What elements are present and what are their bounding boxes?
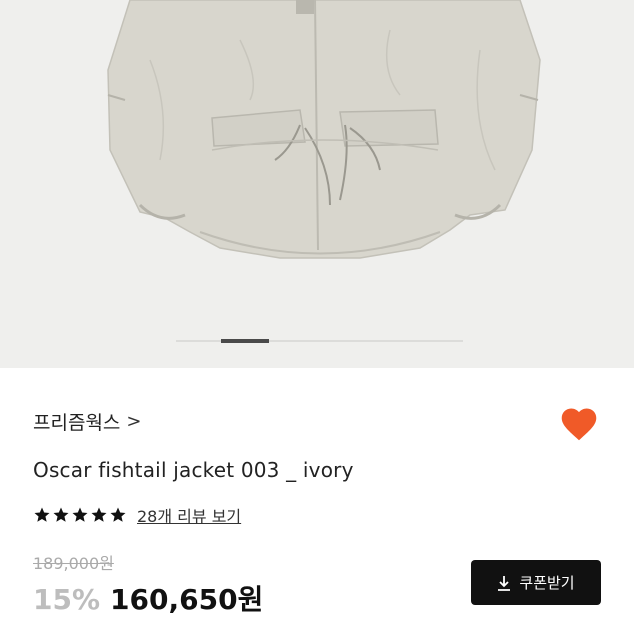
product-info-panel: 프리즘웍스 > Oscar fishtail jacket 003 _ ivor… bbox=[0, 368, 634, 634]
brand-link[interactable]: 프리즘웍스 > bbox=[33, 408, 142, 435]
jacket-image bbox=[107, 0, 541, 259]
chevron-right-icon: > bbox=[126, 411, 142, 432]
star-icon bbox=[53, 507, 69, 522]
product-image-gallery[interactable] bbox=[0, 0, 634, 368]
review-link[interactable]: 28개 리뷰 보기 bbox=[137, 503, 241, 527]
price-row: 15% 160,650원 bbox=[33, 578, 263, 618]
heart-icon[interactable] bbox=[558, 404, 600, 442]
gallery-indicator[interactable] bbox=[176, 339, 463, 343]
star-icon bbox=[34, 507, 50, 522]
download-icon bbox=[498, 575, 511, 591]
sale-price: 160,650원 bbox=[110, 583, 264, 616]
product-title: Oscar fishtail jacket 003 _ ivory bbox=[33, 458, 354, 482]
brand-name: 프리즘웍스 bbox=[33, 412, 121, 434]
gallery-indicator-active bbox=[221, 339, 269, 343]
star-icon bbox=[110, 507, 126, 522]
original-price: 189,000원 bbox=[33, 554, 114, 573]
star-icon bbox=[91, 507, 107, 522]
coupon-button-label: 쿠폰받기 bbox=[519, 574, 575, 592]
rating-row: 28개 리뷰 보기 bbox=[33, 503, 241, 527]
discount-rate: 15% bbox=[33, 583, 101, 616]
rating-stars bbox=[33, 506, 127, 524]
star-icon bbox=[72, 507, 88, 522]
coupon-button[interactable]: 쿠폰받기 bbox=[471, 560, 601, 605]
